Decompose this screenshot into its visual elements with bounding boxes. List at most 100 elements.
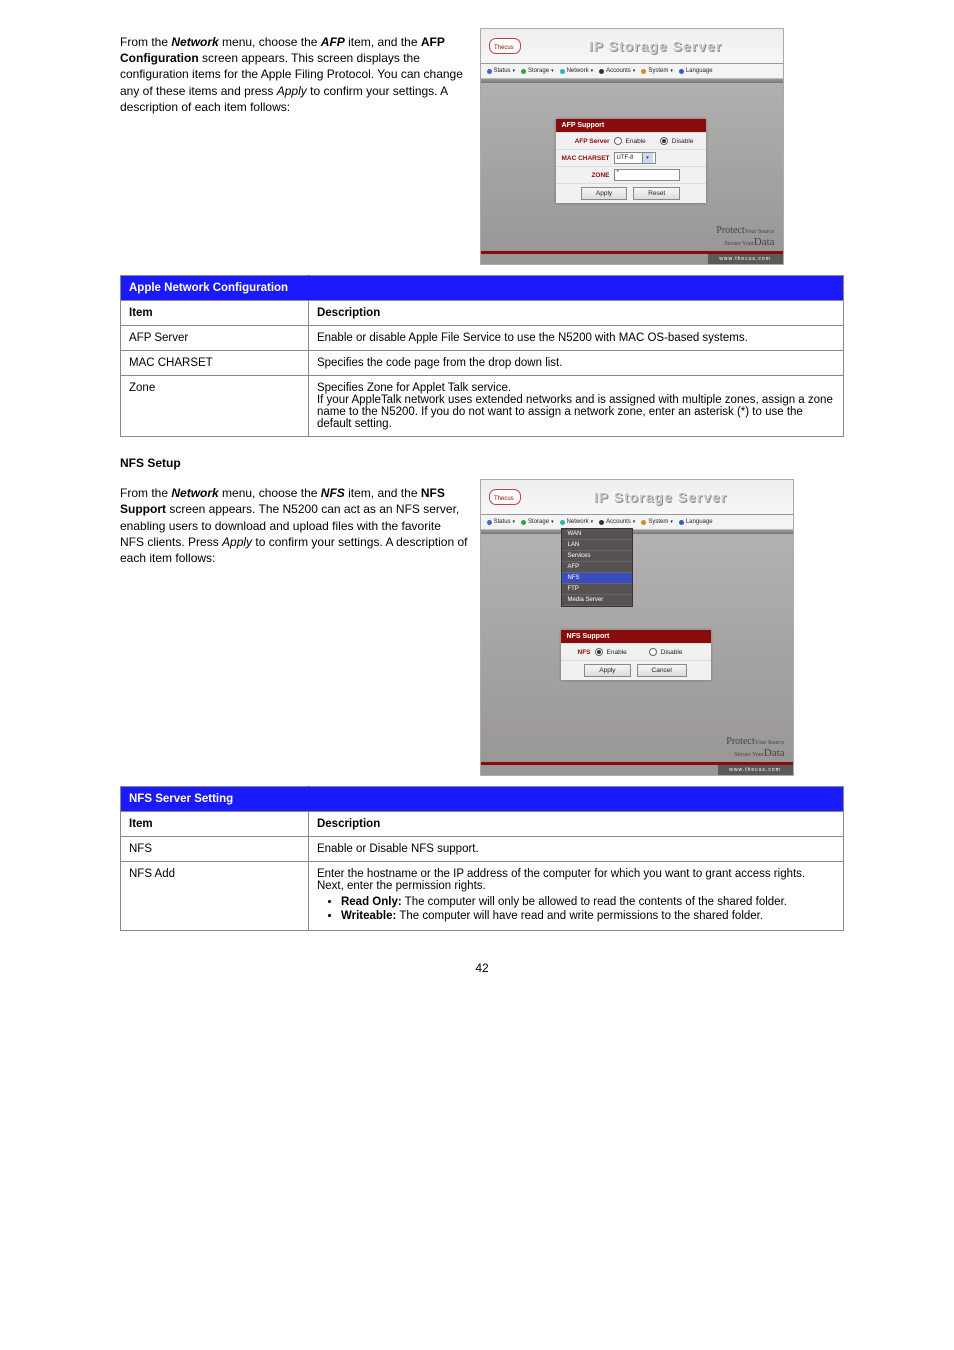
afp-config-table: Apple Network Configuration Item Descrip… — [120, 275, 844, 437]
status-icon — [487, 69, 492, 74]
menu-accounts[interactable]: Accounts▾ — [599, 519, 635, 525]
perm-list: Read Only: The computer will only be all… — [317, 896, 835, 922]
network-dropdown: WAN LAN Services AFP NFS FTP Media Serve… — [561, 528, 633, 607]
banner-title: IP Storage Server — [529, 489, 793, 505]
reset-button[interactable]: Reset — [633, 187, 680, 200]
cell-desc: Enter the hostname or the IP address of … — [308, 862, 843, 931]
radio-disable[interactable] — [660, 137, 668, 145]
grad-bar — [481, 79, 783, 83]
t: Your Source — [745, 229, 775, 235]
brand-tagline: ProtectYour Source Secure YourData — [716, 225, 774, 248]
dropdown-item[interactable]: Services — [562, 551, 632, 562]
thecus-logo: Thecus — [489, 38, 521, 54]
dropdown-item[interactable]: Media Server — [562, 595, 632, 606]
cell-desc-note: If your AppleTalk network uses extended … — [317, 394, 833, 430]
col-item: Item — [121, 301, 309, 326]
radio-enable[interactable] — [595, 648, 603, 656]
accounts-icon — [599, 69, 604, 74]
col-item: Item — [121, 812, 309, 837]
radio-enable[interactable] — [614, 137, 622, 145]
menu-system[interactable]: System▾ — [641, 519, 673, 525]
language-icon — [679, 520, 684, 525]
table-row: MAC CHARSET Specifies the code page from… — [121, 351, 844, 376]
t: Data — [764, 747, 785, 759]
menu-storage[interactable]: Storage▾ — [521, 519, 554, 525]
t: Protect — [726, 736, 754, 747]
menu-network[interactable]: Network▾ — [560, 68, 594, 74]
l: Status — [494, 68, 511, 74]
dropdown-item[interactable]: FTP — [562, 584, 632, 595]
apply-button[interactable]: Apply — [584, 664, 630, 677]
status-icon — [487, 520, 492, 525]
chevron-down-icon: ▾ — [642, 153, 653, 163]
cancel-button[interactable]: Cancel — [637, 664, 687, 677]
k: Writeable: — [341, 910, 396, 922]
menu-accounts[interactable]: Accounts▾ — [599, 68, 635, 74]
menu-language[interactable]: Language — [679, 519, 713, 525]
table-row: AFP Server Enable or disable Apple File … — [121, 326, 844, 351]
list-item: Writeable: The computer will have read a… — [341, 910, 835, 922]
cell-item: MAC CHARSET — [121, 351, 309, 376]
nfs-button-row: Apply Cancel — [561, 660, 711, 680]
menu-language[interactable]: Language — [679, 68, 713, 74]
table-title: Apple Network Configuration — [121, 276, 309, 301]
banner: Thecus IP Storage Server — [481, 29, 783, 64]
label: NFS — [561, 649, 595, 656]
storage-icon — [521, 520, 526, 525]
apply-button[interactable]: Apply — [581, 187, 627, 200]
afp-button-row: Apply Reset — [556, 183, 706, 203]
t: AFP — [321, 35, 345, 49]
dropdown-item[interactable]: LAN — [562, 540, 632, 551]
charset-select[interactable]: UTF-8 ▾ — [614, 152, 656, 164]
label: MAC CHARSET — [556, 155, 614, 162]
menu-storage[interactable]: Storage▾ — [521, 68, 554, 74]
dropdown-item[interactable]: AFP — [562, 562, 632, 573]
storage-icon — [521, 69, 526, 74]
afp-row-server: AFP Server Enable Disable — [556, 132, 706, 149]
nfs-config-table: NFS Server Setting Item Description NFS … — [120, 786, 844, 931]
dropdown-item[interactable]: WAN — [562, 529, 632, 540]
nfs-heading: NFS Setup — [120, 455, 844, 471]
v: * — [617, 170, 619, 176]
t: From the — [120, 35, 171, 49]
nfs-intro-row: From the Network menu, choose the NFS it… — [120, 479, 844, 776]
svg-text:Thecus: Thecus — [494, 496, 514, 502]
table-title-blank — [308, 787, 843, 812]
zone-input[interactable]: * — [614, 169, 680, 181]
t: Protect — [716, 225, 744, 236]
t: menu, choose the — [219, 35, 321, 49]
menu-system[interactable]: System▾ — [641, 68, 673, 74]
list-item: Read Only: The computer will only be all… — [341, 896, 835, 908]
nfs-panel: NFS Support NFS Enable Disable Apply Can… — [561, 630, 711, 680]
menu-status[interactable]: Status▾ — [487, 68, 516, 74]
t: Apply — [277, 84, 307, 98]
l: Storage — [528, 68, 549, 74]
l: Network — [567, 519, 589, 525]
l: Storage — [528, 519, 549, 525]
radio-disable[interactable] — [649, 648, 657, 656]
t: Network — [171, 486, 218, 500]
l: System — [648, 68, 668, 74]
l: Disable — [661, 649, 683, 656]
menu-status[interactable]: Status▾ — [487, 519, 516, 525]
menu-network[interactable]: Network▾ — [560, 519, 594, 525]
afp-intro-row: From the Network menu, choose the AFP it… — [120, 28, 844, 265]
l: Accounts — [606, 519, 631, 525]
l: System — [648, 519, 668, 525]
k: Read Only: — [341, 896, 402, 908]
brand-tagline: ProtectYour Source Secure YourData — [726, 736, 784, 759]
dropdown-item-selected[interactable]: NFS — [562, 573, 632, 584]
v: The computer will only be allowed to rea… — [402, 896, 787, 908]
cell-desc: Enable or Disable NFS support. — [308, 837, 843, 862]
t: From the — [120, 486, 171, 500]
t: Apply — [222, 535, 252, 549]
l: Status — [494, 519, 511, 525]
l: Disable — [672, 138, 694, 145]
t: NFS Setup — [120, 456, 181, 470]
table-title-blank — [308, 276, 843, 301]
nfs-row: NFS Enable Disable — [561, 643, 711, 660]
label: ZONE — [556, 172, 614, 179]
language-icon — [679, 69, 684, 74]
t: Data — [754, 236, 775, 248]
table-row: NFS Enable or Disable NFS support. — [121, 837, 844, 862]
